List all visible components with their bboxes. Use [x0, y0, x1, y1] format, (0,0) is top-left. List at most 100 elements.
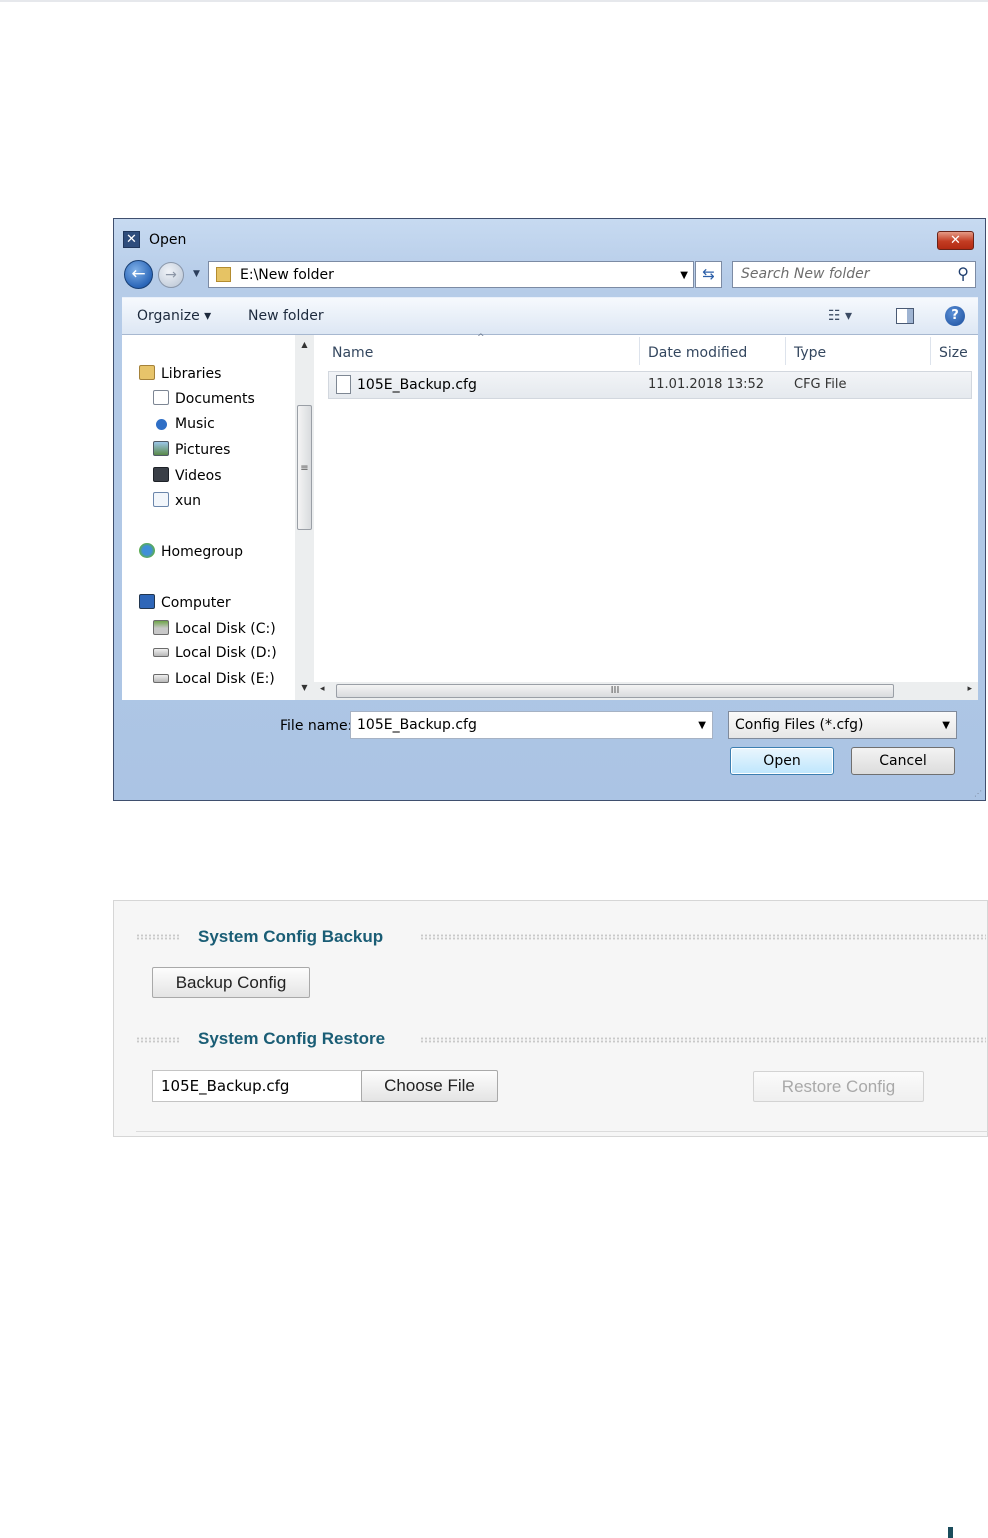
documents-icon — [153, 390, 169, 405]
config-backup-restore-panel: System Config Backup Backup Config Syste… — [113, 900, 988, 1137]
scrollbar-thumb[interactable]: III — [336, 684, 894, 698]
file-type: CFG File — [794, 377, 847, 392]
nav-item-local-disk-c[interactable]: Local Disk (C:) — [153, 620, 276, 637]
nav-item-computer[interactable]: Computer — [139, 594, 231, 611]
scroll-up-icon[interactable]: ▲ — [295, 337, 314, 353]
nav-item-xun[interactable]: xun — [153, 492, 201, 509]
computer-icon — [139, 594, 155, 609]
scrollbar-thumb[interactable]: ≡ — [297, 405, 312, 530]
forward-button[interactable]: → — [158, 262, 184, 288]
navigation-bar: ← → ▼ E:\New folder ▼ ⇆ ⚲ — [114, 257, 985, 291]
preview-pane-icon[interactable] — [896, 308, 914, 324]
search-input[interactable] — [741, 266, 941, 282]
address-dropdown-icon[interactable]: ▼ — [680, 270, 688, 281]
close-button[interactable]: ✕ — [937, 231, 974, 250]
navigation-pane-scrollbar[interactable]: ▲ ≡ ▼ — [295, 335, 314, 700]
dialog-title: Open — [149, 232, 187, 248]
homegroup-icon — [139, 543, 155, 558]
navigation-pane: Libraries Documents Music Pictures Video… — [122, 335, 314, 700]
section-divider — [136, 1037, 180, 1043]
back-button[interactable]: ← — [124, 260, 153, 289]
file-row[interactable]: 105E_Backup.cfg 11.01.2018 13:52 CFG Fil… — [328, 371, 972, 399]
file-type-dropdown-icon[interactable]: ▼ — [942, 720, 950, 731]
nav-item-music[interactable]: Music — [153, 416, 215, 432]
scroll-left-icon[interactable]: ◂ — [320, 684, 325, 694]
file-type-value: Config Files (*.cfg) — [735, 717, 864, 733]
music-icon — [156, 419, 167, 430]
refresh-icon: ⇆ — [702, 265, 715, 283]
close-icon: ✕ — [950, 233, 961, 248]
nav-item-pictures[interactable]: Pictures — [153, 441, 230, 458]
drive-icon — [153, 674, 169, 683]
help-icon[interactable]: ? — [945, 306, 965, 326]
file-list-horizontal-scrollbar[interactable]: ◂ III ▸ — [314, 682, 978, 700]
recent-locations-dropdown-icon[interactable]: ▼ — [193, 269, 200, 279]
new-folder-button[interactable]: New folder — [248, 308, 324, 324]
column-header-type[interactable]: Type — [794, 345, 826, 361]
selected-file-field[interactable]: 105E_Backup.cfg — [152, 1070, 362, 1102]
choose-file-button[interactable]: Choose File — [361, 1070, 498, 1102]
nav-item-label: Documents — [175, 391, 255, 407]
folder-icon — [216, 267, 231, 282]
column-header-name[interactable]: Name — [332, 345, 373, 361]
change-view-icon[interactable]: ☷ ▾ — [828, 308, 852, 324]
back-arrow-icon: ← — [131, 264, 146, 284]
user-folder-icon — [153, 492, 169, 507]
refresh-button[interactable]: ⇆ — [695, 261, 722, 288]
search-box[interactable]: ⚲ — [732, 261, 976, 288]
restore-section-title: System Config Restore — [198, 1029, 386, 1048]
page-marker — [948, 1527, 953, 1538]
file-name-label: File name: — [280, 718, 353, 734]
column-divider[interactable] — [930, 337, 931, 365]
scroll-right-icon[interactable]: ▸ — [967, 684, 972, 694]
drive-icon — [153, 648, 169, 657]
column-divider[interactable] — [785, 337, 786, 365]
scroll-down-icon[interactable]: ▼ — [295, 680, 314, 696]
file-name-dropdown-icon[interactable]: ▼ — [698, 720, 706, 731]
nav-item-label: Homegroup — [161, 544, 244, 560]
nav-item-libraries[interactable]: Libraries — [139, 365, 221, 382]
nav-item-label: Local Disk (C:) — [175, 621, 276, 637]
nav-item-local-disk-d[interactable]: Local Disk (D:) — [153, 645, 277, 661]
command-toolbar: Organize ▾ New folder ☷ ▾ ? — [122, 297, 978, 335]
libraries-icon — [139, 365, 155, 380]
dialog-body: Libraries Documents Music Pictures Video… — [122, 333, 978, 700]
file-type-select[interactable]: Config Files (*.cfg) ▼ — [728, 711, 957, 739]
search-icon[interactable]: ⚲ — [957, 264, 969, 283]
backup-section-title: System Config Backup — [198, 927, 384, 946]
file-icon — [336, 375, 351, 394]
file-name-input[interactable]: 105E_Backup.cfg ▼ — [350, 711, 713, 739]
backup-config-button[interactable]: Backup Config — [152, 967, 310, 998]
panel-bottom-rule — [136, 1131, 988, 1132]
nav-item-documents[interactable]: Documents — [153, 390, 255, 407]
file-list-pane: ^ Name Date modified Type Size 105E_Back… — [314, 333, 978, 700]
open-button[interactable]: Open — [730, 747, 834, 775]
organize-menu-button[interactable]: Organize ▾ — [137, 308, 211, 324]
nav-item-label: Libraries — [161, 366, 222, 382]
restore-config-button[interactable]: Restore Config — [753, 1071, 924, 1102]
nav-item-label: Local Disk (E:) — [175, 671, 275, 687]
dialog-titlebar[interactable]: ✕ Open ✕ — [114, 219, 985, 253]
file-name: 105E_Backup.cfg — [357, 377, 477, 393]
file-name-value: 105E_Backup.cfg — [357, 717, 477, 733]
nav-item-label: Pictures — [175, 442, 231, 458]
nav-item-local-disk-e[interactable]: Local Disk (E:) — [153, 671, 275, 687]
section-divider — [136, 934, 180, 940]
column-header-date-modified[interactable]: Date modified — [648, 345, 747, 361]
page-top-rule — [0, 0, 988, 2]
sort-ascending-icon: ^ — [477, 333, 485, 343]
app-icon: ✕ — [123, 231, 140, 248]
nav-item-videos[interactable]: Videos — [153, 467, 222, 484]
address-bar[interactable]: E:\New folder ▼ — [208, 261, 694, 288]
column-header-size[interactable]: Size — [939, 345, 968, 361]
pictures-icon — [153, 441, 169, 456]
nav-item-label: Local Disk (D:) — [175, 645, 277, 661]
cancel-button[interactable]: Cancel — [851, 747, 955, 775]
column-divider[interactable] — [639, 337, 640, 365]
nav-item-homegroup[interactable]: Homegroup — [139, 543, 243, 560]
nav-item-label: Videos — [175, 468, 222, 484]
resize-grip-icon[interactable]: ⋰ — [974, 789, 982, 798]
nav-item-label: Computer — [161, 595, 231, 611]
address-path: E:\New folder — [240, 267, 334, 283]
open-file-dialog: ✕ Open ✕ ← → ▼ E:\New folder ▼ ⇆ ⚲ Organ… — [113, 218, 986, 801]
